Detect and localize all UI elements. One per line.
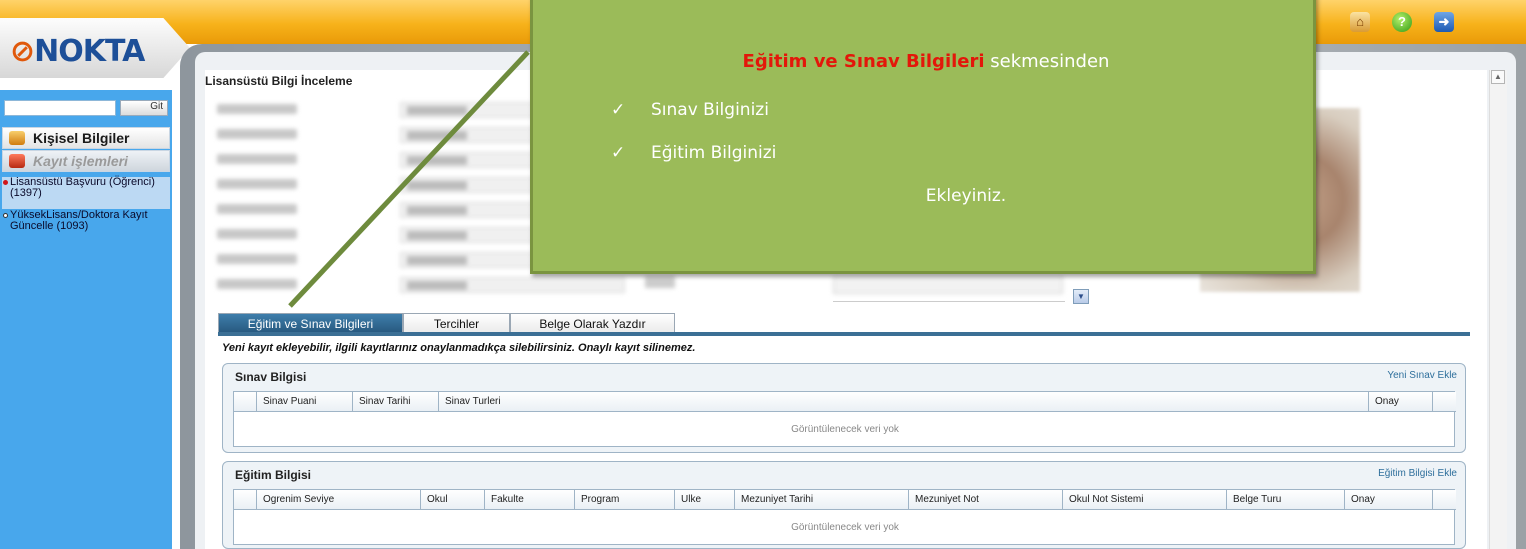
- empty-grid-message: Görüntülenecek veri yok: [791, 424, 899, 435]
- scroll-up-icon[interactable]: ▲: [1491, 70, 1505, 84]
- column-header[interactable]: Okul Not Sistemi: [1062, 490, 1226, 510]
- menu-personal-label: Kişisel Bilgiler: [33, 130, 130, 146]
- sidebar: Git Kişisel Bilgiler Kayıt işlemleri Lis…: [0, 90, 172, 549]
- column-header[interactable]: Mezuniyet Not: [908, 490, 1062, 510]
- check-icon: ✓: [611, 100, 626, 120]
- bullet-filled-icon: [3, 180, 8, 185]
- logo-text: NOKTA: [34, 34, 145, 69]
- search-input[interactable]: [4, 100, 116, 116]
- column-header[interactable]: Sinav Turleri: [438, 392, 1368, 412]
- add-education-link[interactable]: Eğitim Bilgisi Ekle: [1378, 468, 1457, 479]
- empty-grid-message: Görüntülenecek veri yok: [791, 522, 899, 533]
- instruction-callout: Eğitim ve Sınav Bilgileri sekmesinden ✓ S…: [530, 0, 1316, 274]
- callout-highlight: Eğitim ve Sınav Bilgileri: [742, 51, 985, 72]
- column-header[interactable]: Ogrenim Seviye: [256, 490, 420, 510]
- page-title: Lisansüstü Bilgi İnceleme: [205, 74, 353, 88]
- exam-grid: Sinav Puani Sinav Tarihi Sinav Turleri O…: [233, 391, 1456, 447]
- column-header[interactable]: Fakulte: [484, 490, 574, 510]
- sidebar-item-registration-update[interactable]: YüksekLisans/Doktora Kayıt Güncelle (109…: [2, 210, 170, 240]
- chevron-down-icon[interactable]: ▼: [1073, 289, 1089, 304]
- tab-preferences[interactable]: Tercihler: [403, 313, 510, 333]
- help-icon[interactable]: ?: [1392, 12, 1412, 32]
- column-header[interactable]: Onay: [1344, 490, 1432, 510]
- add-exam-link[interactable]: Yeni Sınav Ekle: [1387, 370, 1457, 381]
- person-icon: [9, 131, 25, 145]
- tab-education-exam[interactable]: Eğitim ve Sınav Bilgileri: [218, 313, 403, 333]
- callout-bullet: ✓ Eğitim Bilginizi: [611, 143, 776, 163]
- column-header[interactable]: Onay: [1368, 392, 1432, 412]
- check-icon: ✓: [611, 143, 626, 163]
- education-section: Eğitim Bilgisi Eğitim Bilgisi Ekle Ogren…: [222, 461, 1466, 549]
- callout-bullet-label: Eğitim Bilginizi: [651, 143, 777, 163]
- top-icons: ⌂ ? ➜: [1350, 12, 1454, 32]
- exam-section-title: Sınav Bilgisi: [235, 370, 307, 384]
- logo-mark-icon: ⊘: [10, 34, 35, 69]
- exit-icon[interactable]: ➜: [1434, 12, 1454, 32]
- callout-heading: Eğitim ve Sınav Bilgileri sekmesinden: [533, 51, 1319, 72]
- registration-icon: [9, 154, 25, 168]
- exam-grid-header: Sinav Puani Sinav Tarihi Sinav Turleri O…: [234, 392, 1456, 412]
- column-header[interactable]: Ulke: [674, 490, 734, 510]
- callout-heading-rest: sekmesinden: [984, 51, 1110, 72]
- education-section-title: Eğitim Bilgisi: [235, 468, 312, 482]
- notice-text: Yeni kayıt ekleyebilir, ilgili kayıtları…: [222, 342, 696, 354]
- callout-closing: Ekleyiniz.: [925, 186, 1007, 206]
- column-header[interactable]: Program: [574, 490, 674, 510]
- bullet-empty-icon: [3, 213, 8, 218]
- logo: ⊘NOKTA: [0, 18, 190, 78]
- callout-bullet: ✓ Sınav Bilginizi: [611, 100, 769, 120]
- callout-bullet-label: Sınav Bilginizi: [651, 100, 769, 120]
- home-icon[interactable]: ⌂: [1350, 12, 1370, 32]
- sidebar-item-label: YüksekLisans/Doktora Kayıt Güncelle (109…: [10, 209, 148, 232]
- exam-section: Sınav Bilgisi Yeni Sınav Ekle Sinav Puan…: [222, 363, 1466, 453]
- vertical-scrollbar[interactable]: [1489, 70, 1507, 549]
- menu-registration-label: Kayıt işlemleri: [33, 153, 128, 169]
- tab-underline: [218, 332, 1470, 336]
- column-header[interactable]: Belge Turu: [1226, 490, 1344, 510]
- column-header[interactable]: Mezuniyet Tarihi: [734, 490, 908, 510]
- tab-bar: Eğitim ve Sınav Bilgileri Tercihler Belg…: [218, 313, 675, 333]
- tab-print-document[interactable]: Belge Olarak Yazdır: [510, 313, 675, 333]
- sidebar-search: Git: [4, 100, 168, 116]
- education-grid: Ogrenim Seviye Okul Fakulte Program Ulke…: [233, 489, 1456, 545]
- go-button[interactable]: Git: [120, 100, 168, 116]
- column-header[interactable]: Sinav Tarihi: [352, 392, 438, 412]
- education-grid-header: Ogrenim Seviye Okul Fakulte Program Ulke…: [234, 490, 1456, 510]
- menu-registration[interactable]: Kayıt işlemleri: [2, 150, 170, 172]
- sidebar-item-label: Lisansüstü Başvuru (Öğrenci) (1397): [10, 176, 155, 199]
- menu-personal-info[interactable]: Kişisel Bilgiler: [2, 127, 170, 149]
- column-header[interactable]: Okul: [420, 490, 484, 510]
- sidebar-item-graduate-application[interactable]: Lisansüstü Başvuru (Öğrenci) (1397): [2, 177, 170, 209]
- column-header[interactable]: Sinav Puani: [256, 392, 352, 412]
